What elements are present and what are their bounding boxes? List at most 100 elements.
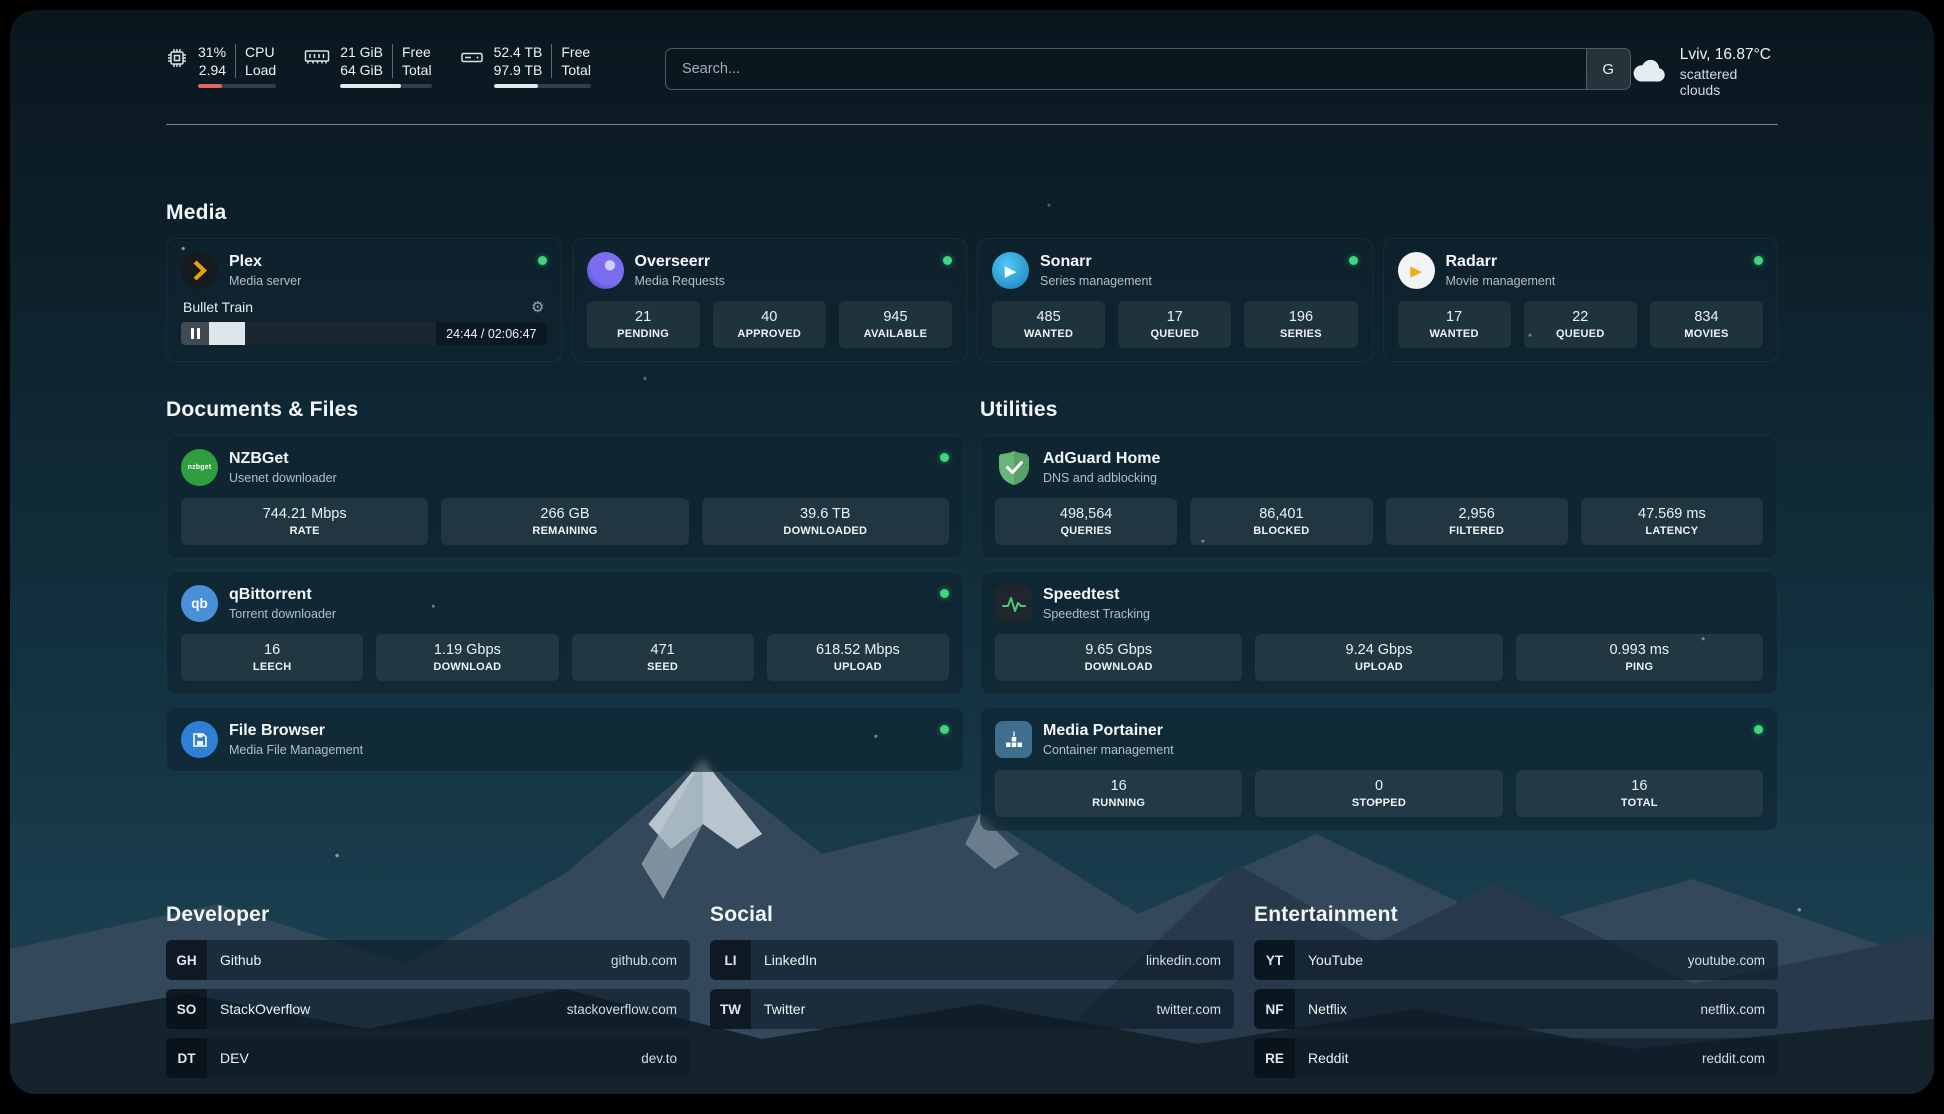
app-subtitle: Media File Management xyxy=(229,742,929,758)
stat-wanted: 17 WANTED xyxy=(1398,301,1511,348)
topbar-divider xyxy=(166,124,1778,125)
playback-time: 24:44 / 02:06:47 xyxy=(436,327,546,341)
bookmark-dev[interactable]: DT DEV dev.to xyxy=(166,1038,690,1078)
bookmark-github[interactable]: GH Github github.com xyxy=(166,940,690,980)
weather-condition: scattered clouds xyxy=(1680,66,1778,98)
bookmark-linkedin[interactable]: LI LinkedIn linkedin.com xyxy=(710,940,1234,980)
memory-free-value: 21 GiB xyxy=(340,44,383,60)
storage-free-label: Free xyxy=(561,44,591,60)
bookmark-twitter[interactable]: TW Twitter twitter.com xyxy=(710,989,1234,1029)
filebrowser-icon[interactable] xyxy=(181,721,218,758)
cpu-usage-bar xyxy=(198,84,276,88)
stat-value: 0 xyxy=(1259,777,1498,796)
stat-label: LATENCY xyxy=(1585,524,1759,539)
utilities-section-title: Utilities xyxy=(980,398,1778,422)
bookmark-netflix[interactable]: NF Netflix netflix.com xyxy=(1254,989,1778,1029)
bookmark-url: stackoverflow.com xyxy=(567,1002,690,1017)
app-name: Sonarr xyxy=(1040,252,1338,272)
twitter-icon: TW xyxy=(710,989,751,1029)
bookmark-group-title: Social xyxy=(710,903,1234,927)
nzbget-icon[interactable]: nzbget xyxy=(181,449,218,486)
pause-button[interactable] xyxy=(181,322,209,345)
stat-label: TOTAL xyxy=(1520,796,1759,811)
adguard-shield-icon[interactable] xyxy=(995,449,1032,486)
bookmark-group-title: Developer xyxy=(166,903,690,927)
netflix-icon: NF xyxy=(1254,989,1295,1029)
stat-label: MOVIES xyxy=(1654,327,1759,342)
app-name: Overseerr xyxy=(635,252,933,272)
bookmark-url: reddit.com xyxy=(1702,1051,1778,1066)
status-online-dot xyxy=(1754,725,1763,734)
stat-label: AVAILABLE xyxy=(843,327,948,342)
stat-upload: 9.24 Gbps UPLOAD xyxy=(1255,634,1502,681)
stat-value: 2,956 xyxy=(1390,505,1564,524)
bookmark-url: github.com xyxy=(611,953,690,968)
app-subtitle: Usenet downloader xyxy=(229,470,929,486)
memory-icon xyxy=(304,47,330,67)
speedtest-icon[interactable] xyxy=(995,585,1032,622)
media-grid: Plex Media server Bullet Train ⚙ xyxy=(166,238,1778,362)
stat-value: 21 xyxy=(591,308,696,327)
search-engine-button[interactable]: G xyxy=(1586,49,1630,89)
stat-download: 9.65 Gbps DOWNLOAD xyxy=(995,634,1242,681)
app-name: Speedtest xyxy=(1043,585,1763,605)
stat-label: PING xyxy=(1520,660,1759,675)
memory-free-label: Free xyxy=(402,44,432,60)
cpu-load-label: Load xyxy=(245,62,276,78)
stat-value: 0.993 ms xyxy=(1520,641,1759,660)
memory-widget: 21 GiB 64 GiB Free Total xyxy=(304,44,431,88)
stat-series: 196 SERIES xyxy=(1244,301,1357,348)
qbittorrent-wordmark: qb xyxy=(191,596,208,611)
stat-available: 945 AVAILABLE xyxy=(839,301,952,348)
bookmark-group-entertainment: Entertainment YT YouTube youtube.com NF … xyxy=(1254,903,1778,1078)
bookmark-url: twitter.com xyxy=(1156,1002,1234,1017)
stat-queries: 498,564 QUERIES xyxy=(995,498,1177,545)
stat-value: 16 xyxy=(999,777,1238,796)
app-name: Radarr xyxy=(1446,252,1744,272)
status-online-dot xyxy=(943,256,952,265)
bookmark-name: Netflix xyxy=(1295,1001,1700,1017)
stat-label: UPLOAD xyxy=(771,660,945,675)
cpu-load-value: 2.94 xyxy=(199,62,226,78)
search-input[interactable] xyxy=(666,49,1586,89)
radarr-icon[interactable]: ▶ xyxy=(1398,252,1435,289)
qbittorrent-icon[interactable]: qb xyxy=(181,585,218,622)
memory-total-value: 64 GiB xyxy=(340,62,383,78)
media-section: Media Plex Media server xyxy=(166,201,1778,362)
stat-value: 834 xyxy=(1654,308,1759,327)
stat-label: SERIES xyxy=(1248,327,1353,342)
stat-value: 39.6 TB xyxy=(706,505,945,524)
app-name: Plex xyxy=(229,252,527,272)
stat-label: FILTERED xyxy=(1390,524,1564,539)
storage-drive-icon xyxy=(460,47,484,67)
settings-gear-icon[interactable]: ⚙ xyxy=(531,300,544,315)
top-bar: 31% 2.94 CPU Load xyxy=(166,10,1778,98)
bookmark-reddit[interactable]: RE Reddit reddit.com xyxy=(1254,1038,1778,1078)
stat-value: 9.65 Gbps xyxy=(999,641,1238,660)
stat-label: REMAINING xyxy=(445,524,684,539)
bookmark-name: Github xyxy=(207,952,611,968)
app-subtitle: DNS and adblocking xyxy=(1043,470,1763,486)
bookmark-youtube[interactable]: YT YouTube youtube.com xyxy=(1254,940,1778,980)
stat-approved: 40 APPROVED xyxy=(713,301,826,348)
stat-value: 1.19 Gbps xyxy=(380,641,554,660)
sonarr-icon[interactable]: ▶ xyxy=(992,252,1029,289)
bookmark-stackoverflow[interactable]: SO StackOverflow stackoverflow.com xyxy=(166,989,690,1029)
stat-value: 471 xyxy=(576,641,750,660)
plex-icon[interactable] xyxy=(181,252,218,289)
stat-label: DOWNLOAD xyxy=(999,660,1238,675)
bookmark-name: StackOverflow xyxy=(207,1001,567,1017)
playback-progress-bar[interactable] xyxy=(209,322,436,345)
overseerr-icon[interactable] xyxy=(587,252,624,289)
storage-usage-bar-fill xyxy=(494,84,539,88)
cpu-usage-bar-fill xyxy=(198,84,222,88)
app-subtitle: Series management xyxy=(1040,273,1338,289)
youtube-icon: YT xyxy=(1254,940,1295,980)
status-online-dot xyxy=(1349,256,1358,265)
dev-icon: DT xyxy=(166,1038,207,1078)
cpu-widget: 31% 2.94 CPU Load xyxy=(166,44,276,88)
now-playing-title: Bullet Train xyxy=(183,299,253,315)
portainer-icon[interactable] xyxy=(995,721,1032,758)
stat-value: 9.24 Gbps xyxy=(1259,641,1498,660)
stat-value: 86,401 xyxy=(1194,505,1368,524)
